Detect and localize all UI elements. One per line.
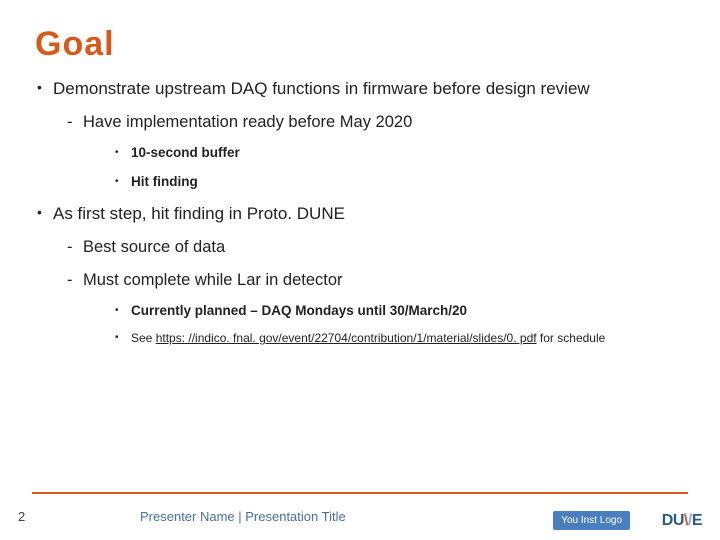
slide-content: Goal Demonstrate upstream DAQ functions … [0, 0, 720, 347]
bullet-sublist: Currently planned – DAQ Mondays until 30… [83, 302, 685, 347]
page-number: 2 [18, 509, 25, 524]
bullet-lvl3: 10-second buffer [111, 144, 685, 162]
bullet-text-pre: See [131, 331, 156, 345]
schedule-link[interactable]: https: //indico. fnal. gov/event/22704/c… [156, 331, 537, 345]
bullet-lvl2: Must complete while Lar in detector Curr… [65, 270, 685, 347]
bullet-lvl2: Best source of data [65, 237, 685, 258]
bullet-text: Best source of data [83, 238, 225, 256]
dune-logo-d: D [662, 512, 673, 529]
bullet-lvl1: As first step, hit finding in Proto. DUN… [35, 203, 685, 347]
bullet-lvl2: Have implementation ready before May 202… [65, 112, 685, 191]
slide: Goal Demonstrate upstream DAQ functions … [0, 0, 720, 540]
bullet-sublist: 10-second buffer Hit finding [83, 144, 685, 191]
bullet-lvl3: Currently planned – DAQ Mondays until 30… [111, 302, 685, 320]
bullet-lvl1: Demonstrate upstream DAQ functions in fi… [35, 78, 685, 191]
bullet-sublist: Have implementation ready before May 202… [53, 112, 685, 191]
bullet-text: Must complete while Lar in detector [83, 271, 343, 289]
dune-logo-e: E [692, 512, 702, 529]
bullet-text: Hit finding [131, 174, 198, 189]
bullet-lvl3: See https: //indico. fnal. gov/event/227… [111, 331, 685, 347]
bullet-text: 10-second buffer [131, 145, 240, 160]
bullet-list: Demonstrate upstream DAQ functions in fi… [35, 78, 685, 347]
dune-logo-u: U [673, 512, 684, 529]
bullet-text-post: for schedule [537, 331, 606, 345]
bullet-text: Demonstrate upstream DAQ functions in fi… [53, 79, 590, 98]
bullet-text: As first step, hit finding in Proto. DUN… [53, 204, 345, 223]
dune-logo: DU\/E [662, 512, 702, 530]
institution-logo: You Inst Logo [553, 511, 630, 530]
bullet-lvl3: Hit finding [111, 173, 685, 191]
slide-title: Goal [35, 25, 685, 64]
footer-meta: Presenter Name | Presentation Title [140, 509, 346, 524]
bullet-text: Have implementation ready before May 202… [83, 113, 412, 131]
bullet-text: Currently planned – DAQ Mondays until 30… [131, 303, 467, 318]
slide-footer: 2 Presenter Name | Presentation Title Yo… [0, 492, 720, 540]
footer-rule [32, 492, 688, 494]
bullet-sublist: Best source of data Must complete while … [53, 237, 685, 347]
